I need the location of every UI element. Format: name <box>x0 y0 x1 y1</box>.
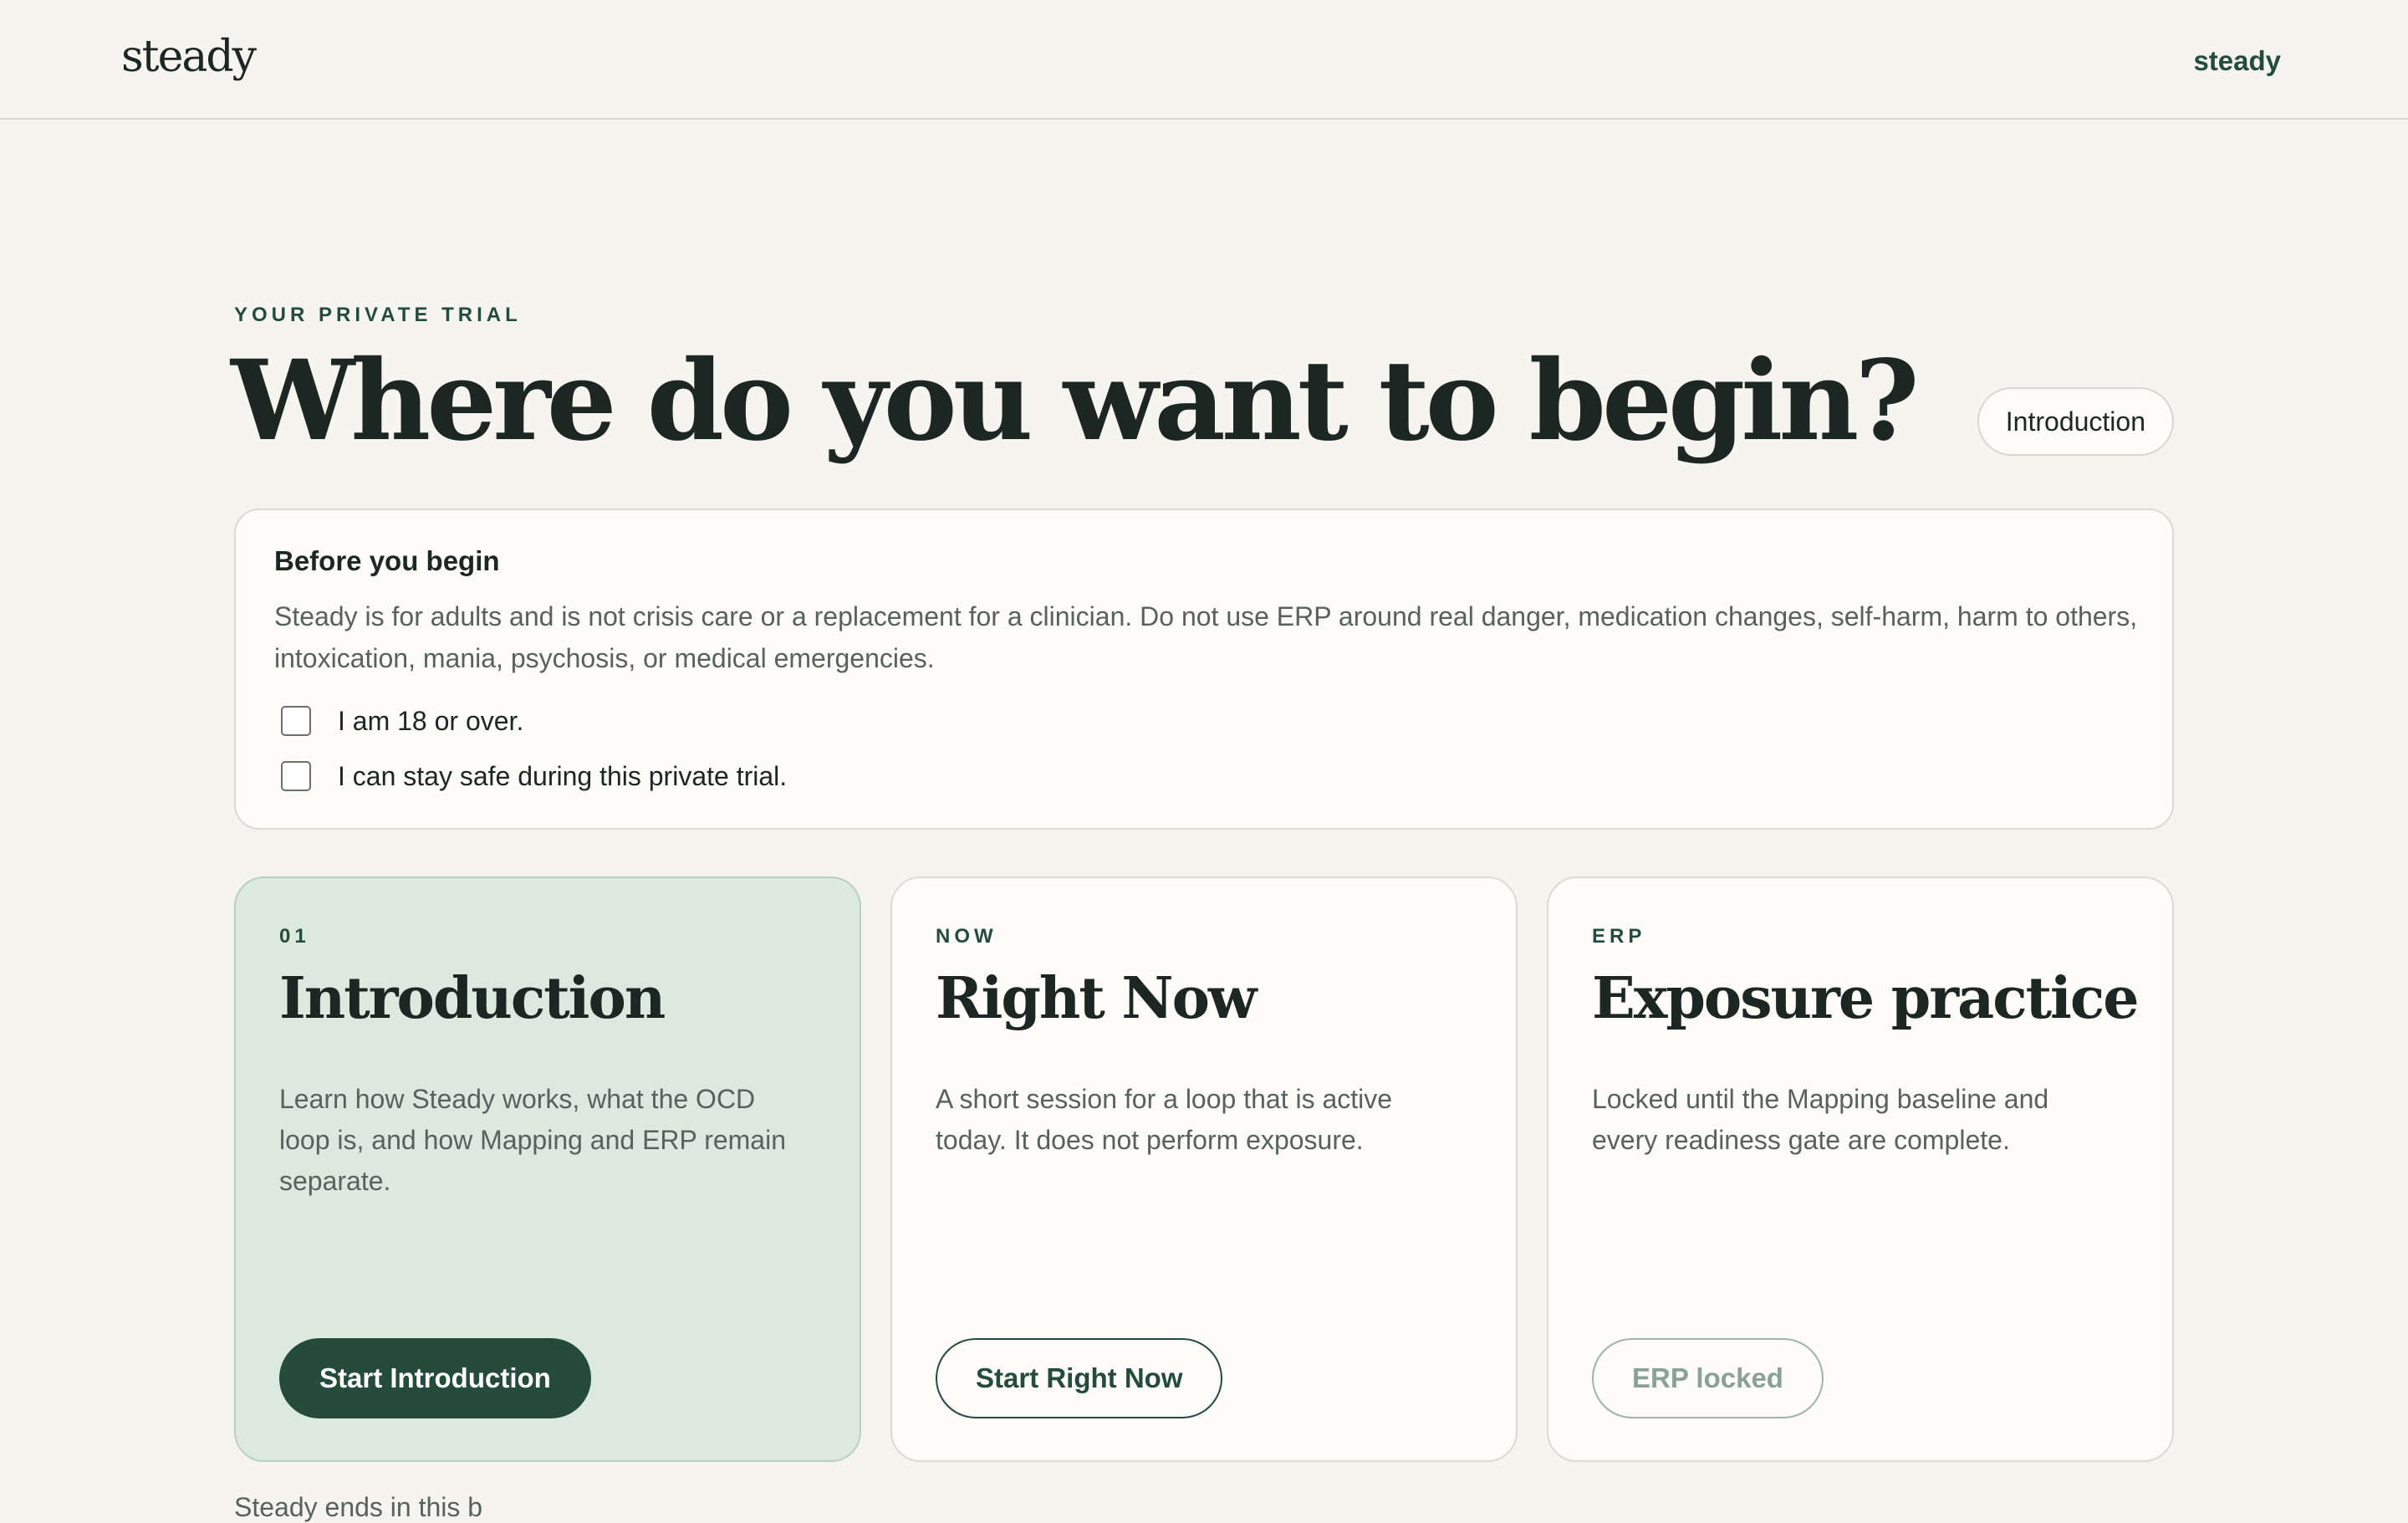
card-description: Locked until the Mapping baseline and ev… <box>1592 1084 2049 1155</box>
card-title: Introduction <box>279 965 666 1032</box>
safety-confirmation-row[interactable]: I can stay safe during this private tria… <box>274 754 2134 798</box>
safety-confirmation-label: I can stay safe during this private tria… <box>338 760 788 791</box>
eyebrow-label: YOUR PRIVATE TRIAL <box>234 304 522 326</box>
card-description: A short session for a loop that is activ… <box>936 1084 1393 1155</box>
age-confirmation-label: I am 18 or over. <box>338 705 524 736</box>
card-tag: 01 <box>279 925 310 948</box>
card-right-now: NOW Right Now A short session for a loop… <box>890 876 1518 1462</box>
card-title: Right Now <box>936 965 1257 1032</box>
card-exposure-practice: ERP Exposure practice Locked until the M… <box>1547 876 2174 1462</box>
start-right-now-button[interactable]: Start Right Now <box>936 1338 1223 1418</box>
path-options: 01 Introduction Learn how Steady works, … <box>234 876 2174 1462</box>
card-tag: NOW <box>936 925 997 948</box>
logo[interactable]: steady <box>121 32 257 82</box>
notice-title: Before you begin <box>274 545 500 576</box>
card-tag: ERP <box>1592 925 1646 948</box>
age-confirmation-row[interactable]: I am 18 or over. <box>274 699 2134 743</box>
card-description: Learn how Steady works, what the OCD loo… <box>279 1084 786 1196</box>
safety-confirmation-checkbox[interactable] <box>281 761 311 791</box>
footer-note: Steady ends in this b <box>234 1492 483 1522</box>
nav-home-link[interactable]: steady <box>2193 45 2281 77</box>
card-title: Exposure practice <box>1592 965 2140 1032</box>
start-introduction-button[interactable]: Start Introduction <box>279 1338 591 1418</box>
before-you-begin-panel: Before you begin Steady is for adults an… <box>234 509 2174 830</box>
page-title: Where do you want to begin? <box>231 336 1920 466</box>
age-confirmation-checkbox[interactable] <box>281 706 311 736</box>
card-introduction: 01 Introduction Learn how Steady works, … <box>234 876 861 1462</box>
current-step-pill[interactable]: Introduction <box>1977 387 2174 456</box>
top-bar: steady steady <box>0 0 2408 120</box>
erp-locked-button: ERP locked <box>1592 1338 1824 1418</box>
notice-body: Steady is for adults and is not crisis c… <box>274 601 2138 673</box>
